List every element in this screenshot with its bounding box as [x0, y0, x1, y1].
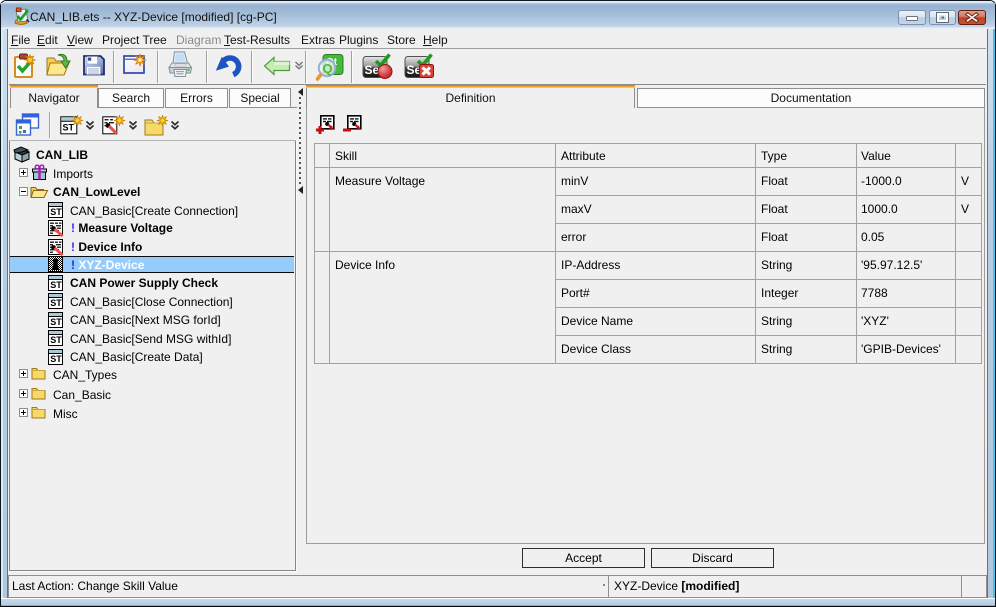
svg-text:ST: ST — [50, 317, 62, 327]
svg-text:ST: ST — [50, 298, 62, 308]
svg-text:ST: ST — [50, 280, 62, 290]
svg-text:ST: ST — [50, 335, 62, 345]
svg-text:ST: ST — [50, 354, 62, 364]
svg-text:Se: Se — [365, 63, 380, 77]
svg-text:Q: Q — [323, 61, 333, 76]
svg-text:ST: ST — [50, 207, 62, 217]
svg-text:ST: ST — [63, 123, 75, 133]
